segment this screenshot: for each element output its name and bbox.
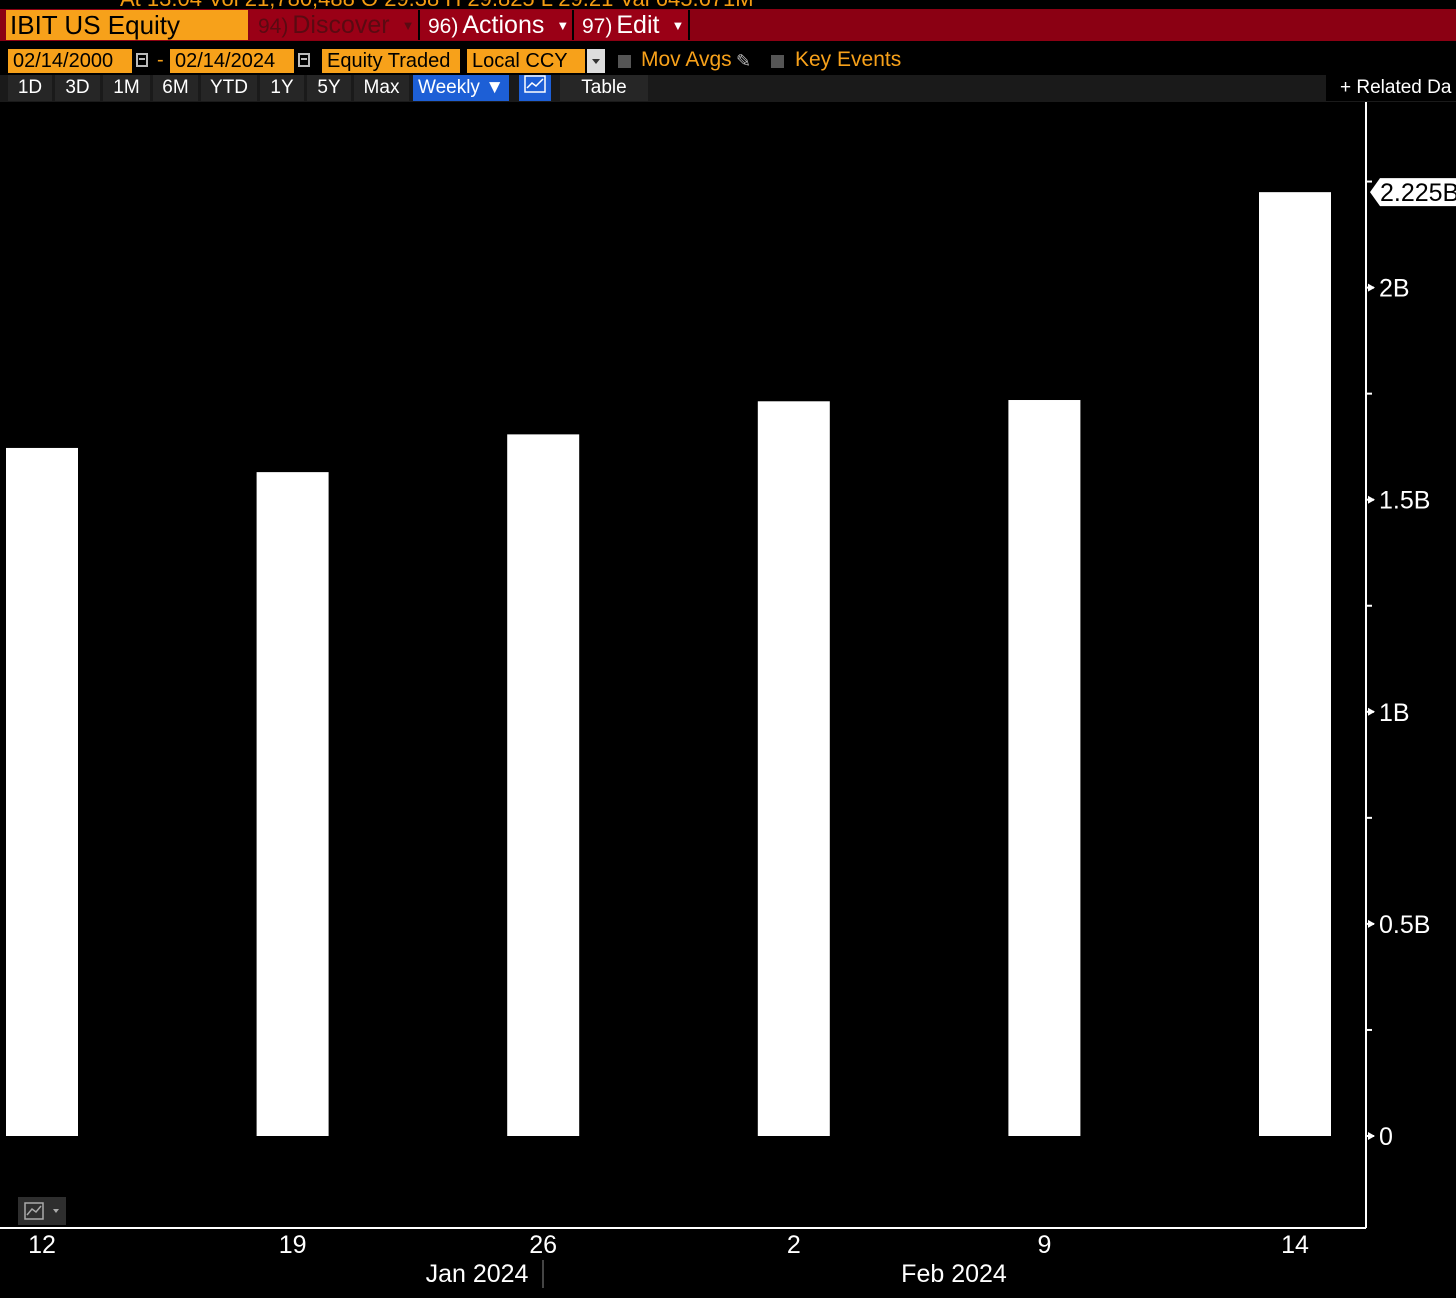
range-max[interactable]: Max	[354, 75, 409, 101]
discover-label: Discover	[292, 11, 390, 39]
y-tick-label: 2B	[1379, 275, 1410, 303]
y-tick-label: 1B	[1379, 699, 1410, 727]
calendar-icon[interactable]	[298, 53, 310, 67]
key-events-checkbox[interactable]	[771, 55, 784, 68]
actions-num: 96)	[428, 15, 459, 38]
x-tick-label: 14	[1281, 1231, 1309, 1259]
range-1y[interactable]: 1Y	[260, 75, 304, 101]
bar-0	[6, 447, 78, 1136]
x-month-label: Jan 2024	[426, 1260, 529, 1288]
x-tick-label: 12	[28, 1231, 56, 1259]
actions-label: Actions	[462, 11, 545, 39]
bar-2	[507, 434, 580, 1137]
chart-type-button[interactable]	[519, 75, 551, 101]
y-tick-label: 0.5B	[1379, 911, 1430, 939]
edit-button[interactable]: 97) Edit ▼	[574, 10, 688, 40]
ticker-line: At 13:04 Vol 21,780,488 O 29.38 H 29.825…	[0, 0, 1456, 9]
currency-dropdown-button[interactable]	[587, 49, 605, 73]
edit-num: 97)	[582, 15, 613, 38]
edit-label: Edit	[616, 11, 660, 39]
table-button[interactable]: Table	[560, 75, 648, 101]
currency-select[interactable]: Local CCY	[467, 49, 585, 73]
calendar-icon[interactable]	[136, 53, 148, 67]
y-tick-arrow	[1368, 495, 1375, 504]
range-ytd[interactable]: YTD	[201, 75, 257, 101]
start-date-field[interactable]: 02/14/2000	[8, 49, 132, 73]
line-chart-icon	[524, 75, 546, 93]
y-ticks-group: 0 0.5B 1B 1.5B 2B	[1366, 180, 1430, 1151]
range-toolbar: 1D 3D 1M 6M YTD 1Y 5Y Max Weekly ▼ Table…	[0, 75, 1456, 102]
x-tick-label: 2	[787, 1231, 801, 1259]
x-tick-label: 19	[279, 1231, 307, 1259]
field-select[interactable]: Equity Traded	[322, 49, 460, 73]
chevron-down-icon: ▼	[556, 18, 570, 34]
bar-4	[1008, 400, 1081, 1136]
actions-button[interactable]: 96) Actions ▼	[420, 10, 572, 40]
y-tick-arrow	[1368, 919, 1375, 928]
last-value-text: 2.225B	[1380, 179, 1456, 207]
range-3d[interactable]: 3D	[55, 75, 100, 101]
range-1m[interactable]: 1M	[103, 75, 150, 101]
bars-group	[6, 192, 1331, 1137]
y-tick-arrow	[1368, 283, 1375, 292]
key-events-label[interactable]: Key Events	[795, 48, 901, 72]
range-1d[interactable]: 1D	[8, 75, 52, 101]
last-value-label: 2.225B	[1370, 178, 1456, 207]
volume-bar-chart: 0 0.5B 1B 1.5B 2B 12 19 26 2 9 14 Jan 2024 Feb 2024…	[0, 102, 1456, 1288]
range-6m[interactable]: 6M	[153, 75, 198, 101]
divider	[688, 10, 690, 40]
options-row: 02/14/2000 - 02/14/2024 Equity Traded Lo…	[0, 47, 1456, 75]
x-month-label: Feb 2024	[901, 1260, 1007, 1288]
discover-button[interactable]: 94) Discover ▼	[250, 10, 418, 40]
bar-3	[757, 401, 830, 1136]
chart-options-button[interactable]	[18, 1197, 66, 1225]
security-field[interactable]: IBIT US Equity	[6, 10, 248, 40]
period-select[interactable]: Weekly ▼	[413, 75, 509, 101]
bar-5	[1259, 192, 1331, 1136]
discover-num: 94)	[258, 15, 289, 38]
x-ticks-group: 12 19 26 2 9 14 Jan 2024 Feb 2024	[28, 1231, 1309, 1288]
y-tick-label: 1.5B	[1379, 487, 1430, 515]
y-tick-label: 0	[1379, 1123, 1393, 1151]
x-tick-label: 9	[1037, 1231, 1051, 1259]
chart-icon	[24, 1202, 59, 1220]
date-separator: -	[157, 49, 164, 71]
bar-1	[256, 472, 329, 1136]
mov-avgs-label[interactable]: Mov Avgs	[641, 48, 732, 72]
x-tick-label: 26	[529, 1231, 557, 1259]
related-data-button[interactable]: + Related Da	[1326, 75, 1456, 101]
ticker-text: At 13:04 Vol 21,780,488 O 29.38 H 29.825…	[120, 0, 754, 9]
y-tick-arrow	[1368, 707, 1375, 716]
chevron-down-icon: ▼	[671, 18, 685, 34]
range-5y[interactable]: 5Y	[307, 75, 351, 101]
chevron-down-icon: ▼	[401, 18, 415, 34]
end-date-field[interactable]: 02/14/2024	[170, 49, 294, 73]
pencil-icon[interactable]: ✎	[736, 51, 751, 72]
mov-avgs-checkbox[interactable]	[618, 55, 631, 68]
y-tick-arrow	[1368, 1132, 1375, 1140]
